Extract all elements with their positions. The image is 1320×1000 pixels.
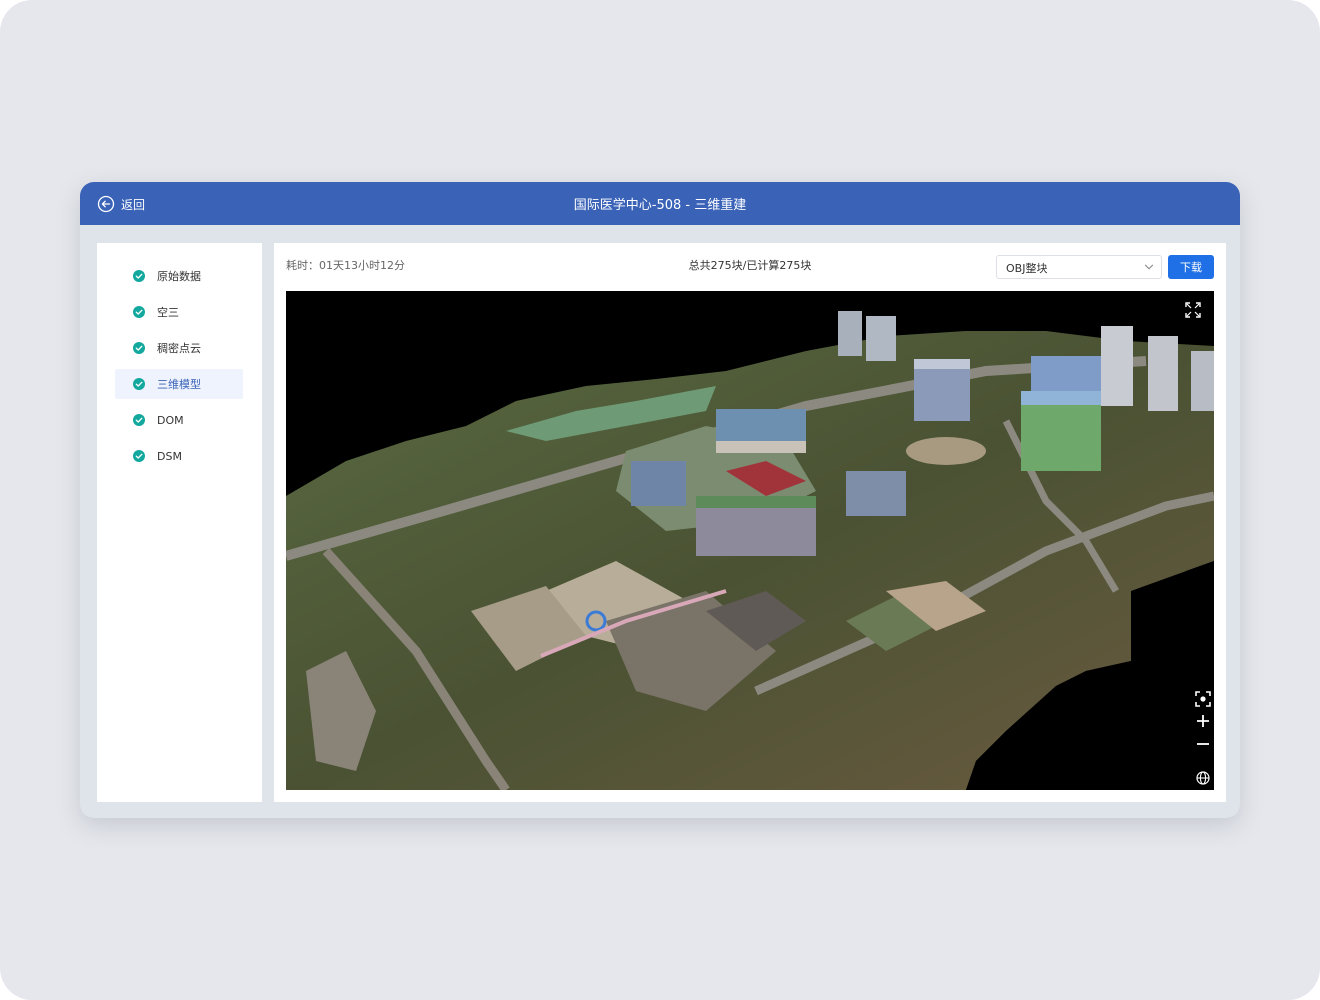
sidebar-item-dom[interactable]: DOM [115,405,243,435]
zoom-in-icon [1197,715,1209,727]
page-title: 国际医学中心-508 - 三维重建 [573,198,747,213]
page-background: 返回 国际医学中心-508 - 三维重建 原始数据 空三 稠密点云 三维模型 D… [0,0,1320,1000]
sidebar-item-dense-point-cloud[interactable]: 稠密点云 [115,333,243,363]
globe-button[interactable] [1194,769,1212,787]
format-select[interactable]: OBJ整块 [996,255,1162,279]
sidebar-item-label: 稠密点云 [157,342,201,355]
sidebar-item-label: DOM [157,413,184,427]
zoom-out-icon [1197,743,1209,745]
fullscreen-icon [1185,302,1201,318]
check-circle-icon [133,414,145,426]
sidebar-item-3d-model[interactable]: 三维模型 [115,369,243,399]
format-select-value: OBJ整块 [1006,262,1048,275]
check-circle-icon [133,450,145,462]
sidebar-item-label: 空三 [157,306,179,319]
sidebar-item-label: 三维模型 [157,378,201,391]
check-circle-icon [133,378,145,390]
chevron-down-icon [1144,264,1154,270]
sidebar-item-aerial-triangulation[interactable]: 空三 [115,297,243,327]
app-window: 返回 国际医学中心-508 - 三维重建 原始数据 空三 稠密点云 三维模型 D… [80,182,1240,818]
3d-model-render [286,311,1214,790]
3d-model-viewer[interactable] [286,291,1214,790]
header-bar: 返回 国际医学中心-508 - 三维重建 [80,182,1240,225]
focus-button[interactable] [1194,690,1212,708]
sidebar-item-raw-data[interactable]: 原始数据 [115,261,243,291]
globe-icon [1196,771,1210,785]
sidebar-item-label: 原始数据 [157,270,201,283]
zoom-in-button[interactable] [1194,712,1212,730]
main-panel: 耗时：01天13小时12分 总共275块/已计算275块 OBJ整块 下载 [274,243,1226,802]
download-button[interactable]: 下载 [1168,255,1214,279]
focus-icon [1195,691,1211,707]
zoom-out-button[interactable] [1194,735,1212,753]
check-circle-icon [133,270,145,282]
sidebar-item-label: DSM [157,449,182,463]
step-sidebar: 原始数据 空三 稠密点云 三维模型 DOM DSM [97,243,262,802]
fullscreen-button[interactable] [1184,301,1202,319]
sidebar-item-dsm[interactable]: DSM [115,441,243,471]
check-circle-icon [133,306,145,318]
check-circle-icon [133,342,145,354]
